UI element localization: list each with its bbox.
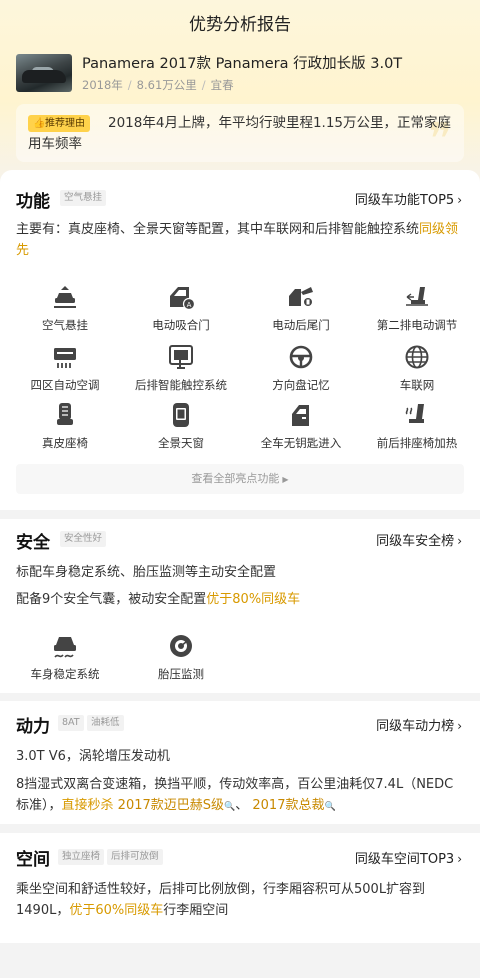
power-line-1: 3.0T V6，涡轮增压发动机: [16, 749, 170, 764]
features-rank-link[interactable]: 同级车功能TOP5 ›: [355, 189, 462, 208]
safety-title: 安全: [16, 533, 50, 553]
car-name: Panamera 2017款 Panamera 行政加长版 3.0T: [82, 56, 403, 72]
touch-control-icon: [169, 345, 193, 369]
climate-control-icon: [54, 348, 76, 368]
features-title: 功能: [16, 192, 50, 212]
chevron-right-icon: ›: [457, 719, 462, 733]
power-rank-link[interactable]: 同级车动力榜 ›: [376, 715, 462, 734]
air-suspension-icon: [54, 286, 76, 308]
view-all-features-button[interactable]: 查看全部亮点功能 ▶: [16, 464, 464, 494]
safety-rank-link[interactable]: 同级车安全榜 ›: [376, 530, 462, 549]
safety-tag: 安全性好: [60, 531, 107, 547]
space-rank-link[interactable]: 同级车空间TOP3 ›: [355, 848, 462, 867]
recommend-reason-text: 2018年4月上牌，年平均行驶里程1.15万公里，正常家庭用车频率: [28, 115, 452, 152]
power-title: 动力: [16, 717, 50, 737]
safety-line-1: 标配车身稳定系统、胎压监测等主动安全配置: [16, 565, 277, 580]
power-card: 动力 8AT 油耗低 同级车动力榜 › 3.0T V6，涡轮增压发动机 8挡湿式双…: [0, 701, 480, 824]
space-tag: 后排可放倒: [107, 849, 163, 865]
compare-link[interactable]: 2017款总裁🔍: [252, 798, 335, 813]
chevron-right-icon: ›: [457, 852, 462, 866]
svg-text:A: A: [187, 301, 192, 309]
features-tag: 空气悬挂: [60, 190, 107, 206]
car-thumbnail: [16, 54, 72, 92]
safety-card: 安全 安全性好 同级车安全榜 › 标配车身稳定系统、胎压监测等主动安全配置 配备9…: [0, 519, 480, 693]
seat-heating-icon: [405, 404, 424, 423]
chevron-right-icon: ›: [457, 534, 462, 548]
thumbs-up-icon: 👍: [33, 118, 46, 129]
compare-link[interactable]: 2017款迈巴赫S级🔍: [118, 798, 236, 813]
soft-close-door-icon: A: [170, 287, 195, 310]
features-card: 功能 空气悬挂 同级车功能TOP5 › 主要有：真皮座椅、全景天窗等配置，其中车联…: [0, 170, 480, 510]
power-tag: 油耗低: [87, 715, 124, 731]
space-card: 空间 独立座椅 后排可放倒 同级车空间TOP3 › 乘坐空间和舒适性较好，后排可比…: [0, 833, 480, 943]
power-tailgate-icon: [289, 287, 313, 306]
search-icon: 🔍: [324, 802, 336, 812]
stability-control-icon: [54, 637, 76, 658]
safety-line-2: 配备9个安全气囊，被动安全配置优于80%同级车: [16, 592, 301, 607]
triangle-right-icon: ▶: [282, 475, 289, 484]
steering-wheel-icon: [289, 345, 313, 369]
car-mileage: 8.61万公里: [136, 78, 197, 92]
space-description: 乘坐空间和舒适性较好，后排可比例放倒，行李厢容积可从500L扩容到1490L，优…: [16, 882, 426, 918]
power-tag: 8AT: [58, 715, 84, 731]
recommend-reason-box: ❞ 2018年4月上牌，年平均行驶里程1.15万公里，正常家庭用车频率 👍推荐理…: [16, 104, 464, 162]
page-title: 优势分析报告: [189, 15, 291, 35]
connected-car-icon: [405, 345, 429, 369]
space-tag: 独立座椅: [58, 849, 105, 865]
car-city: 宜春: [210, 78, 234, 92]
panoramic-sunroof-icon: [173, 403, 189, 427]
recommend-reason-badge: 👍推荐理由: [28, 115, 90, 132]
car-meta: 2018年/8.61万公里 / 宜春: [82, 78, 234, 92]
power-line-2: 8挡湿式双离合变速箱，换挡平顺，传动效率高，百公里油耗仅7.4L（NEDC标准）…: [16, 777, 454, 813]
leather-seat-icon: [57, 403, 73, 425]
seat-adjust-icon: [406, 287, 428, 306]
car-year: 2018年: [82, 78, 123, 92]
keyless-entry-icon: [292, 405, 309, 426]
tire-pressure-icon: [170, 635, 192, 657]
features-summary: 主要有：真皮座椅、全景天窗等配置，其中车联网和后排智能触控系统同级领先: [16, 222, 459, 258]
search-icon: 🔍: [224, 802, 236, 812]
chevron-right-icon: ›: [457, 193, 462, 207]
space-title: 空间: [16, 850, 50, 870]
